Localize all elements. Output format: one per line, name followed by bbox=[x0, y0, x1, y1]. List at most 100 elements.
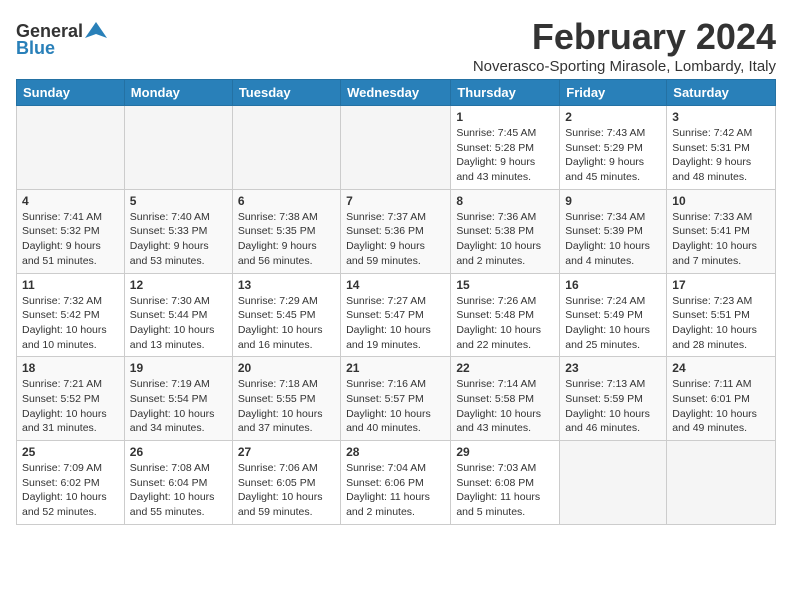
cell-content: Sunrise: 7:33 AM Sunset: 5:41 PM Dayligh… bbox=[672, 210, 770, 269]
cell-content: Sunrise: 7:29 AM Sunset: 5:45 PM Dayligh… bbox=[238, 294, 335, 353]
calendar-cell: 12 Sunrise: 7:30 AM Sunset: 5:44 PM Dayli… bbox=[124, 273, 232, 357]
calendar-week-row: 18Sunrise: 7:21 AM Sunset: 5:52 PM Dayli… bbox=[17, 357, 776, 441]
day-number: 12 bbox=[130, 278, 227, 292]
calendar-cell: 5Sunrise: 7:40 AM Sunset: 5:33 PM Daylig… bbox=[124, 189, 232, 273]
calendar-cell bbox=[232, 106, 340, 190]
day-number: 16 bbox=[565, 278, 661, 292]
day-number: 17 bbox=[672, 278, 770, 292]
calendar-cell: 29 Sunrise: 7:03 AM Sunset: 6:08 PM Dayli… bbox=[451, 441, 560, 525]
day-number: 7 bbox=[346, 194, 445, 208]
day-number: 27 bbox=[238, 445, 335, 459]
calendar-cell: 4 Sunrise: 7:41 AM Sunset: 5:32 PM Daylig… bbox=[17, 189, 125, 273]
calendar-cell: 16Sunrise: 7:24 AM Sunset: 5:49 PM Dayli… bbox=[560, 273, 667, 357]
day-of-week-header: Thursday bbox=[451, 80, 560, 106]
calendar-cell bbox=[124, 106, 232, 190]
cell-content: Sunrise: 7:43 AM Sunset: 5:29 PM Dayligh… bbox=[565, 126, 661, 185]
calendar-cell: 21 Sunrise: 7:16 AM Sunset: 5:57 PM Dayli… bbox=[341, 357, 451, 441]
day-of-week-header: Monday bbox=[124, 80, 232, 106]
day-number: 11 bbox=[22, 278, 119, 292]
calendar-cell: 14Sunrise: 7:27 AM Sunset: 5:47 PM Dayli… bbox=[341, 273, 451, 357]
day-number: 13 bbox=[238, 278, 335, 292]
calendar-cell: 7 Sunrise: 7:37 AM Sunset: 5:36 PM Daylig… bbox=[341, 189, 451, 273]
day-number: 25 bbox=[22, 445, 119, 459]
calendar-cell bbox=[341, 106, 451, 190]
day-number: 5 bbox=[130, 194, 227, 208]
calendar-cell: 2Sunrise: 7:43 AM Sunset: 5:29 PM Daylig… bbox=[560, 106, 667, 190]
day-number: 1 bbox=[456, 110, 554, 124]
cell-content: Sunrise: 7:34 AM Sunset: 5:39 PM Dayligh… bbox=[565, 210, 661, 269]
calendar-cell: 17 Sunrise: 7:23 AM Sunset: 5:51 PM Dayli… bbox=[667, 273, 776, 357]
header: General Blue February 2024 Noverasco-Spo… bbox=[16, 16, 776, 75]
cell-content: Sunrise: 7:16 AM Sunset: 5:57 PM Dayligh… bbox=[346, 377, 445, 436]
cell-content: Sunrise: 7:04 AM Sunset: 6:06 PM Dayligh… bbox=[346, 461, 445, 520]
calendar-cell: 23 Sunrise: 7:13 AM Sunset: 5:59 PM Dayli… bbox=[560, 357, 667, 441]
cell-content: Sunrise: 7:09 AM Sunset: 6:02 PM Dayligh… bbox=[22, 461, 119, 520]
cell-content: Sunrise: 7:13 AM Sunset: 5:59 PM Dayligh… bbox=[565, 377, 661, 436]
day-number: 18 bbox=[22, 361, 119, 375]
day-number: 20 bbox=[238, 361, 335, 375]
calendar-cell: 3 Sunrise: 7:42 AM Sunset: 5:31 PM Daylig… bbox=[667, 106, 776, 190]
cell-content: Sunrise: 7:06 AM Sunset: 6:05 PM Dayligh… bbox=[238, 461, 335, 520]
cell-content: Sunrise: 7:37 AM Sunset: 5:36 PM Dayligh… bbox=[346, 210, 445, 269]
cell-content: Sunrise: 7:36 AM Sunset: 5:38 PM Dayligh… bbox=[456, 210, 554, 269]
calendar-cell: 25 Sunrise: 7:09 AM Sunset: 6:02 PM Dayli… bbox=[17, 441, 125, 525]
calendar-cell: 28Sunrise: 7:04 AM Sunset: 6:06 PM Dayli… bbox=[341, 441, 451, 525]
calendar-cell bbox=[560, 441, 667, 525]
month-title: February 2024 bbox=[473, 16, 776, 58]
day-number: 22 bbox=[456, 361, 554, 375]
day-of-week-header: Sunday bbox=[17, 80, 125, 106]
day-of-week-header: Wednesday bbox=[341, 80, 451, 106]
cell-content: Sunrise: 7:03 AM Sunset: 6:08 PM Dayligh… bbox=[456, 461, 554, 520]
calendar-cell: 15Sunrise: 7:26 AM Sunset: 5:48 PM Dayli… bbox=[451, 273, 560, 357]
day-of-week-header: Saturday bbox=[667, 80, 776, 106]
day-number: 10 bbox=[672, 194, 770, 208]
location-title: Noverasco-Sporting Mirasole, Lombardy, I… bbox=[473, 58, 776, 75]
calendar-cell: 22 Sunrise: 7:14 AM Sunset: 5:58 PM Dayli… bbox=[451, 357, 560, 441]
day-of-week-header: Tuesday bbox=[232, 80, 340, 106]
day-number: 23 bbox=[565, 361, 661, 375]
logo-blue-text: Blue bbox=[16, 38, 55, 59]
cell-content: Sunrise: 7:27 AM Sunset: 5:47 PM Dayligh… bbox=[346, 294, 445, 353]
day-number: 6 bbox=[238, 194, 335, 208]
logo-bird-icon bbox=[85, 20, 107, 42]
calendar-cell: 10 Sunrise: 7:33 AM Sunset: 5:41 PM Dayli… bbox=[667, 189, 776, 273]
calendar-cell: 24Sunrise: 7:11 AM Sunset: 6:01 PM Dayli… bbox=[667, 357, 776, 441]
day-of-week-header: Friday bbox=[560, 80, 667, 106]
calendar-cell: 27 Sunrise: 7:06 AM Sunset: 6:05 PM Dayli… bbox=[232, 441, 340, 525]
calendar-cell: 13 Sunrise: 7:29 AM Sunset: 5:45 PM Dayli… bbox=[232, 273, 340, 357]
day-number: 21 bbox=[346, 361, 445, 375]
calendar-cell: 19Sunrise: 7:19 AM Sunset: 5:54 PM Dayli… bbox=[124, 357, 232, 441]
calendar-cell bbox=[667, 441, 776, 525]
cell-content: Sunrise: 7:14 AM Sunset: 5:58 PM Dayligh… bbox=[456, 377, 554, 436]
cell-content: Sunrise: 7:42 AM Sunset: 5:31 PM Dayligh… bbox=[672, 126, 770, 185]
calendar-week-row: 1 Sunrise: 7:45 AM Sunset: 5:28 PM Daylig… bbox=[17, 106, 776, 190]
calendar-cell: 26Sunrise: 7:08 AM Sunset: 6:04 PM Dayli… bbox=[124, 441, 232, 525]
calendar-cell: 8 Sunrise: 7:36 AM Sunset: 5:38 PM Daylig… bbox=[451, 189, 560, 273]
cell-content: Sunrise: 7:41 AM Sunset: 5:32 PM Dayligh… bbox=[22, 210, 119, 269]
calendar-cell bbox=[17, 106, 125, 190]
cell-content: Sunrise: 7:18 AM Sunset: 5:55 PM Dayligh… bbox=[238, 377, 335, 436]
calendar-week-row: 4 Sunrise: 7:41 AM Sunset: 5:32 PM Daylig… bbox=[17, 189, 776, 273]
calendar-cell: 11Sunrise: 7:32 AM Sunset: 5:42 PM Dayli… bbox=[17, 273, 125, 357]
calendar-cell: 20 Sunrise: 7:18 AM Sunset: 5:55 PM Dayli… bbox=[232, 357, 340, 441]
calendar-table: SundayMondayTuesdayWednesdayThursdayFrid… bbox=[16, 79, 776, 525]
day-number: 29 bbox=[456, 445, 554, 459]
cell-content: Sunrise: 7:11 AM Sunset: 6:01 PM Dayligh… bbox=[672, 377, 770, 436]
cell-content: Sunrise: 7:26 AM Sunset: 5:48 PM Dayligh… bbox=[456, 294, 554, 353]
day-number: 9 bbox=[565, 194, 661, 208]
day-number: 8 bbox=[456, 194, 554, 208]
day-number: 4 bbox=[22, 194, 119, 208]
cell-content: Sunrise: 7:19 AM Sunset: 5:54 PM Dayligh… bbox=[130, 377, 227, 436]
logo: General Blue bbox=[16, 20, 107, 59]
title-area: February 2024 Noverasco-Sporting Mirasol… bbox=[473, 16, 776, 75]
cell-content: Sunrise: 7:23 AM Sunset: 5:51 PM Dayligh… bbox=[672, 294, 770, 353]
calendar-cell: 9 Sunrise: 7:34 AM Sunset: 5:39 PM Daylig… bbox=[560, 189, 667, 273]
day-number: 3 bbox=[672, 110, 770, 124]
cell-content: Sunrise: 7:45 AM Sunset: 5:28 PM Dayligh… bbox=[456, 126, 554, 185]
calendar-week-row: 11Sunrise: 7:32 AM Sunset: 5:42 PM Dayli… bbox=[17, 273, 776, 357]
day-number: 26 bbox=[130, 445, 227, 459]
calendar-week-row: 25 Sunrise: 7:09 AM Sunset: 6:02 PM Dayli… bbox=[17, 441, 776, 525]
cell-content: Sunrise: 7:38 AM Sunset: 5:35 PM Dayligh… bbox=[238, 210, 335, 269]
cell-content: Sunrise: 7:30 AM Sunset: 5:44 PM Dayligh… bbox=[130, 294, 227, 353]
calendar-cell: 1 Sunrise: 7:45 AM Sunset: 5:28 PM Daylig… bbox=[451, 106, 560, 190]
